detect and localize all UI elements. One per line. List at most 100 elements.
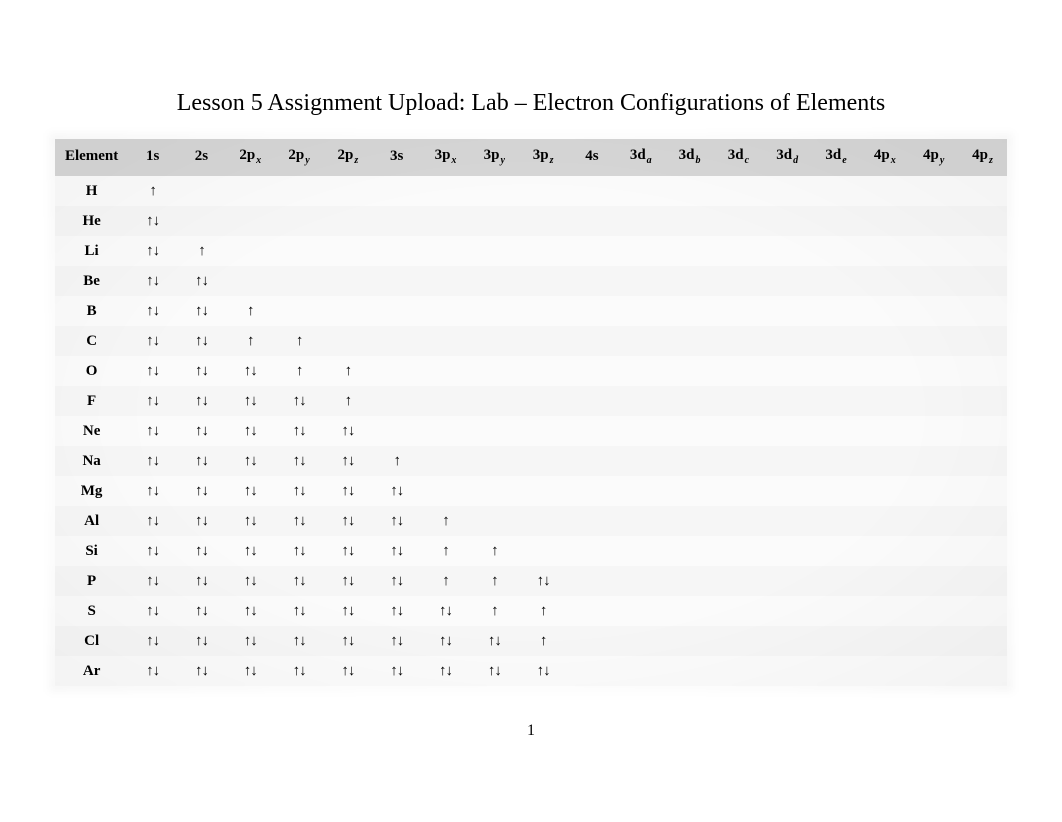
orbital-cell: ↑↓ (128, 596, 177, 626)
orbital-cell (665, 206, 714, 236)
orbital-cell: ↑↓ (323, 416, 372, 446)
orbital-cell (470, 386, 519, 416)
spin-pair-icon: ↑↓ (146, 273, 159, 289)
spin-pair-icon: ↑↓ (293, 663, 306, 679)
orbital-cell: ↑↓ (128, 476, 177, 506)
orbital-cell (568, 296, 617, 326)
orbital-cell (763, 416, 812, 446)
element-symbol: C (55, 326, 128, 356)
orbital-cell (714, 656, 763, 686)
orbital-cell (958, 656, 1007, 686)
spin-pair-icon: ↑↓ (537, 663, 550, 679)
orbital-cell (177, 176, 226, 206)
orbital-cell (519, 206, 568, 236)
orbital-cell (275, 176, 324, 206)
orbital-cell (616, 206, 665, 236)
orbital-cell: ↑ (470, 566, 519, 596)
orbital-cell (860, 536, 909, 566)
spin-pair-icon: ↑↓ (488, 663, 501, 679)
orbital-cell (958, 356, 1007, 386)
spin-pair-icon: ↑↓ (146, 603, 159, 619)
orbital-cell (909, 236, 958, 266)
element-symbol: F (55, 386, 128, 416)
orbital-cell (909, 326, 958, 356)
orbital-cell: ↑↓ (128, 356, 177, 386)
orbital-cell (616, 326, 665, 356)
orbital-cell (958, 236, 1007, 266)
table-row: O↑↓↑↓↑↓↑↑ (55, 356, 1007, 386)
col-header-orbital: 2s (177, 139, 226, 176)
orbital-cell (421, 236, 470, 266)
orbital-cell: ↑↓ (128, 416, 177, 446)
orbital-cell: ↑↓ (323, 476, 372, 506)
orbital-cell (665, 626, 714, 656)
orbital-cell (812, 566, 861, 596)
orbital-cell: ↑↓ (177, 416, 226, 446)
orbital-cell (421, 326, 470, 356)
orbital-cell (519, 536, 568, 566)
orbital-cell (421, 206, 470, 236)
orbital-cell (763, 296, 812, 326)
orbital-cell: ↑↓ (226, 446, 275, 476)
spin-pair-icon: ↑↓ (195, 513, 208, 529)
orbital-cell (909, 476, 958, 506)
orbital-cell (763, 536, 812, 566)
orbital-cell (763, 476, 812, 506)
spin-pair-icon: ↑↓ (195, 333, 208, 349)
page-title: Lesson 5 Assignment Upload: Lab – Electr… (55, 90, 1007, 117)
orbital-cell (323, 266, 372, 296)
spin-pair-icon: ↑↓ (195, 633, 208, 649)
header-subscript: z (354, 155, 358, 166)
header-label: 3p (435, 147, 451, 163)
orbital-cell: ↑↓ (226, 506, 275, 536)
element-symbol: Li (55, 236, 128, 266)
orbital-cell: ↑ (323, 356, 372, 386)
header-subscript: x (891, 155, 896, 166)
orbital-cell (421, 296, 470, 326)
spin-pair-icon: ↑↓ (195, 273, 208, 289)
col-header-orbital: 4px (860, 139, 909, 176)
orbital-cell: ↑↓ (177, 656, 226, 686)
orbital-cell: ↑ (128, 176, 177, 206)
col-header-orbital: 4pz (958, 139, 1007, 176)
orbital-cell: ↑↓ (275, 596, 324, 626)
element-symbol: B (55, 296, 128, 326)
spin-pair-icon: ↑↓ (390, 543, 403, 559)
orbital-cell (275, 266, 324, 296)
orbital-cell (812, 656, 861, 686)
spin-up-icon: ↑ (345, 393, 352, 409)
spin-up-icon: ↑ (491, 543, 498, 559)
orbital-cell (421, 446, 470, 476)
spin-pair-icon: ↑↓ (341, 543, 354, 559)
spin-up-icon: ↑ (247, 303, 254, 319)
orbital-cell (519, 476, 568, 506)
spin-pair-icon: ↑↓ (195, 663, 208, 679)
header-subscript: c (745, 155, 749, 166)
spin-pair-icon: ↑↓ (195, 543, 208, 559)
orbital-cell (470, 356, 519, 386)
orbital-cell (909, 656, 958, 686)
header-subscript: y (305, 155, 309, 166)
spin-up-icon: ↑ (442, 573, 449, 589)
spin-up-icon: ↑ (540, 603, 547, 619)
element-symbol: Al (55, 506, 128, 536)
orbital-cell (519, 506, 568, 536)
table-row: C↑↓↑↓↑↑ (55, 326, 1007, 356)
header-label: 4s (585, 148, 598, 164)
col-header-orbital: 4py (909, 139, 958, 176)
orbital-cell (714, 236, 763, 266)
orbital-cell: ↑ (323, 386, 372, 416)
orbital-cell (372, 296, 421, 326)
table-row: F↑↓↑↓↑↓↑↓↑ (55, 386, 1007, 416)
orbital-cell (763, 176, 812, 206)
orbital-cell (470, 236, 519, 266)
orbital-cell (421, 266, 470, 296)
orbital-cell (763, 236, 812, 266)
orbital-cell (470, 416, 519, 446)
orbital-cell (372, 326, 421, 356)
spin-up-icon: ↑ (296, 333, 303, 349)
orbital-cell (714, 416, 763, 446)
spin-pair-icon: ↑↓ (439, 603, 452, 619)
orbital-cell (421, 356, 470, 386)
orbital-cell (568, 656, 617, 686)
